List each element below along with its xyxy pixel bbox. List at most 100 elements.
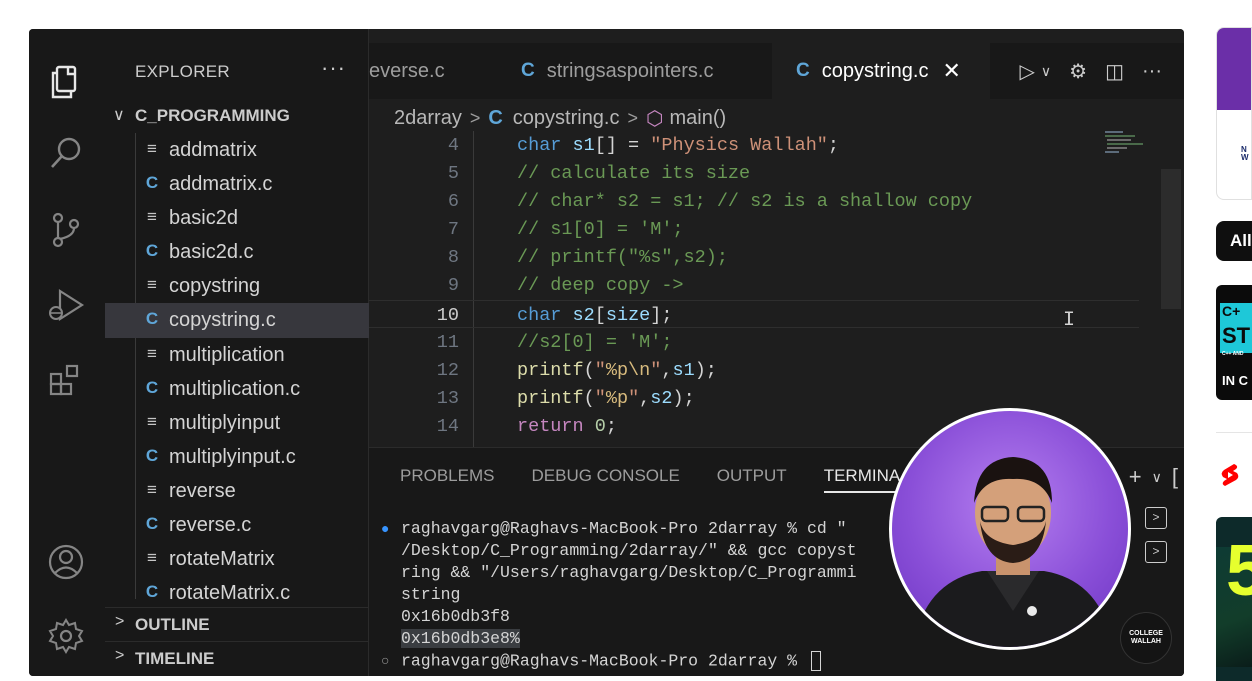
- code-line: 8 // printf("%s",s2);: [369, 243, 1139, 271]
- code-token: // printf("%s",s2);: [517, 247, 728, 269]
- tab-problems[interactable]: PROBLEMS: [400, 466, 494, 493]
- chevron-down-icon[interactable]: ∨: [1152, 469, 1162, 490]
- file-name: addmatrix: [169, 139, 257, 161]
- outline-section[interactable]: > OUTLINE: [105, 607, 369, 639]
- file-name: copystring.c: [169, 309, 276, 332]
- thumb-text-4: IN C: [1222, 373, 1248, 388]
- settings-gear-icon[interactable]: ⚙: [1069, 59, 1087, 84]
- file-item[interactable]: CrotateMatrix.c: [105, 576, 369, 610]
- file-item[interactable]: ≡ addmatrix: [105, 133, 369, 167]
- file-name: addmatrix.c: [169, 173, 273, 196]
- file-item[interactable]: ≡ basic2d: [105, 201, 369, 235]
- code-token: s2: [650, 387, 673, 409]
- tab-label: stringsaspointers.c: [546, 59, 714, 82]
- code-token: 0: [594, 415, 606, 437]
- close-icon[interactable]: ✕: [942, 58, 960, 84]
- file-item[interactable]: ≡ multiplication: [105, 338, 369, 372]
- breadcrumb-symbol[interactable]: main(): [669, 107, 726, 130]
- code-text: printf("%p\n",s1);: [517, 360, 717, 381]
- file-item[interactable]: Creverse.c: [105, 508, 369, 542]
- new-terminal-plus-icon[interactable]: +: [1129, 464, 1142, 490]
- terminal-cursor: [810, 651, 821, 671]
- terminal-session-button[interactable]: >: [1145, 507, 1167, 529]
- file-name: multiplication.c: [169, 377, 301, 400]
- code-token: // calculate its size: [517, 163, 751, 185]
- shorts-icon[interactable]: [1219, 462, 1241, 488]
- split-editor-icon[interactable]: ◫: [1105, 59, 1124, 84]
- file-item[interactable]: ≡ copystring: [105, 269, 369, 303]
- tab-copystring[interactable]: C copystring.c ✕: [772, 43, 990, 99]
- tab-label: everse.c: [369, 59, 445, 82]
- timeline-section[interactable]: > TIMELINE: [105, 641, 369, 673]
- tab-stringsaspointers[interactable]: C stringsaspointers.c: [497, 43, 772, 99]
- code-token: // s1[0] = 'M';: [517, 219, 684, 241]
- extensions-icon[interactable]: [45, 359, 87, 401]
- file-name: copystring: [169, 275, 261, 298]
- code-token: ;: [827, 135, 840, 156]
- code-token: s1: [672, 359, 695, 381]
- search-icon[interactable]: [45, 132, 87, 174]
- breadcrumb-folder[interactable]: 2darray: [394, 107, 462, 130]
- tab-reverse[interactable]: everse.c: [369, 43, 497, 99]
- line-number: 14: [436, 415, 459, 437]
- file-item[interactable]: ≡ multiplyinput: [105, 406, 369, 440]
- mouse-cursor-ibeam: I: [1063, 309, 1076, 332]
- code-editor[interactable]: 4 char s1[] = "Physics Wallah"; 5// calcul…: [369, 131, 1139, 447]
- tab-output[interactable]: OUTPUT: [717, 466, 787, 493]
- code-line: 5 // calculate its size: [369, 159, 1139, 187]
- tab-terminal[interactable]: TERMINA: [823, 466, 901, 493]
- text-file-icon: ≡: [147, 139, 157, 158]
- file-item[interactable]: ≡ rotateMatrix: [105, 542, 369, 576]
- code-text: return 0;: [517, 416, 617, 437]
- run-debug-icon[interactable]: [45, 284, 87, 326]
- code-line: 6 // char* s2 = s1; // s2 is a shallow co…: [369, 187, 1139, 215]
- timeline-label: TIMELINE: [135, 649, 215, 668]
- code-token: "Physics Wallah": [650, 135, 828, 156]
- file-item[interactable]: Ccopystring.c: [105, 303, 369, 338]
- file-name: reverse.c: [169, 514, 252, 537]
- terminal-line-text: 0x16b0db3e8%: [401, 629, 520, 648]
- badge-text: COLLEGE WALLAH: [1129, 630, 1163, 645]
- file-item[interactable]: Cmultiplyinput.c: [105, 440, 369, 474]
- breadcrumb-separator: >: [627, 107, 639, 128]
- editor-scrollbar[interactable]: [1161, 169, 1181, 309]
- explorer-files-icon[interactable]: [45, 60, 87, 102]
- source-control-icon[interactable]: [45, 209, 87, 251]
- run-icon[interactable]: ▷: [1020, 59, 1035, 84]
- folder-c-programming[interactable]: ∨ C_PROGRAMMING: [105, 103, 369, 129]
- code-token: ,: [639, 387, 651, 409]
- file-item[interactable]: Cmultiplication.c: [105, 372, 369, 406]
- video-thumbnail-cpp[interactable]: C+ ST C++ AND IN C: [1216, 285, 1252, 400]
- file-item[interactable]: Caddmatrix.c: [105, 167, 369, 201]
- code-text: // printf("%s",s2);: [517, 247, 728, 268]
- text-file-icon: ≡: [147, 548, 157, 568]
- breadcrumb-file[interactable]: copystring.c: [513, 107, 620, 130]
- tab-debug-console[interactable]: DEBUG CONSOLE: [531, 466, 679, 493]
- minimap[interactable]: [1101, 129, 1161, 159]
- explorer-more-actions-button[interactable]: ···: [321, 55, 346, 81]
- code-line: 9 // deep copy ->: [369, 271, 1139, 299]
- code-token: ;: [605, 415, 617, 437]
- chevron-down-icon[interactable]: ∨: [1041, 63, 1051, 80]
- panel-layout-icon[interactable]: [: [1172, 464, 1178, 490]
- divider: [1216, 432, 1252, 433]
- file-tree: ≡ addmatrix Caddmatrix.c ≡ basic2d Cbasic2d.c…: [105, 133, 369, 610]
- file-item[interactable]: ≡ reverse: [105, 474, 369, 508]
- c-file-icon: C: [145, 445, 159, 465]
- folder-name: C_PROGRAMMING: [135, 106, 290, 125]
- terminal-session-button[interactable]: >: [1145, 541, 1167, 563]
- file-item[interactable]: Cbasic2d.c: [105, 235, 369, 269]
- code-line: 13 printf("%p",s2);: [369, 384, 1139, 412]
- video-thumbnail-dark[interactable]: 5: [1216, 517, 1252, 681]
- settings-gear-icon[interactable]: [45, 615, 87, 657]
- code-text: char s2[size];: [517, 305, 673, 326]
- code-token: printf: [517, 387, 584, 409]
- account-icon[interactable]: [45, 541, 87, 583]
- more-actions-icon[interactable]: ···: [1142, 60, 1162, 83]
- video-card-thumbnail[interactable]: N W: [1216, 27, 1252, 200]
- code-text: // deep copy ->: [517, 275, 684, 296]
- filter-chip-all[interactable]: All: [1216, 221, 1252, 261]
